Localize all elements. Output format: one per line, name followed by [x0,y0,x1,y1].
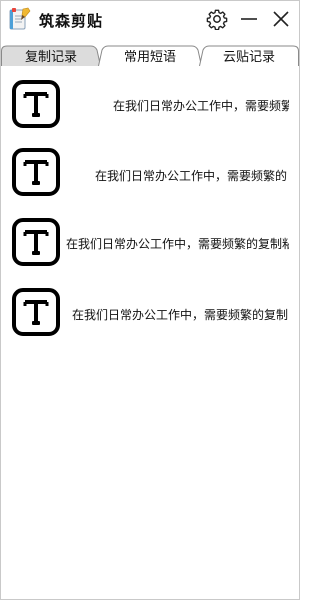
title-bar[interactable]: 筑森剪贴 [1,1,299,39]
tab-copy-history[interactable]: 复制记录 [1,45,101,66]
app-window: 筑森剪贴 复制记录 常用短语 云贴记录 在我们日常办公工作中，需要频繁 在我们日… [0,0,300,600]
tab-cloud-history[interactable]: 云贴记录 [199,45,299,66]
clip-preview-text: 在我们日常办公工作中，需要频繁的 [95,169,288,183]
close-icon [273,11,289,27]
clip-preview-text: 在我们日常办公工作中，需要频繁的复制粘 [66,237,289,251]
list-item[interactable]: 在我们日常办公工作中，需要频繁的复制粘 [1,217,299,283]
tab-label: 常用短语 [123,50,176,65]
clip-preview-text: 在我们日常办公工作中，需要频繁的复制 [72,308,289,322]
minimize-button[interactable] [237,7,261,31]
clip-list: 在我们日常办公工作中，需要频繁 在我们日常办公工作中，需要频繁的 在我们日常办公… [1,71,299,361]
minimize-icon [241,18,257,20]
text-t-icon [12,288,60,336]
clip-preview-container: 在我们日常办公工作中，需要频繁的复制粘 [63,233,289,253]
clip-preview-container: 在我们日常办公工作中，需要频繁 [63,95,289,115]
list-item[interactable]: 在我们日常办公工作中，需要频繁 [1,79,299,145]
clip-preview-container: 在我们日常办公工作中，需要频繁的 [63,165,289,185]
app-title: 筑森剪贴 [39,12,104,30]
gear-icon [206,9,228,30]
settings-button[interactable] [205,7,229,31]
tab-label: 复制记录 [24,50,77,65]
close-button[interactable] [269,7,293,31]
tab-bar: 复制记录 常用短语 云贴记录 [1,43,299,67]
notepad-pencil-icon [9,7,31,30]
tab-label: 云贴记录 [222,50,275,65]
text-t-icon [12,148,60,196]
clip-preview-text: 在我们日常办公工作中，需要频繁 [113,99,289,113]
list-item[interactable]: 在我们日常办公工作中，需要频繁的 [1,147,299,213]
text-t-icon [12,218,60,266]
tab-common-phrases[interactable]: 常用短语 [98,45,202,66]
clip-preview-container: 在我们日常办公工作中，需要频繁的复制 [63,304,289,324]
list-item[interactable]: 在我们日常办公工作中，需要频繁的复制 [1,287,299,353]
text-t-icon [12,80,60,128]
